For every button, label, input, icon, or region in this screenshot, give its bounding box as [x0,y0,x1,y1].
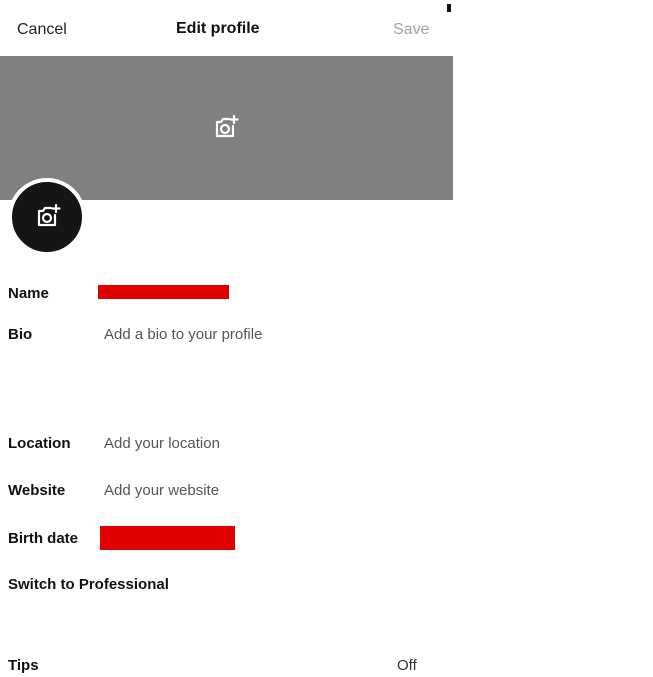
bio-label: Bio [8,326,33,343]
corner-mark [447,4,451,12]
avatar[interactable] [8,178,86,256]
birth-date-label: Birth date [8,530,79,547]
tips-label[interactable]: Tips [8,657,39,674]
camera-plus-icon[interactable] [212,113,240,141]
header-banner[interactable] [0,56,453,200]
switch-to-professional-button[interactable]: Switch to Professional [8,576,169,593]
location-input[interactable]: Add your location [104,435,220,452]
birth-date-field-redacted[interactable] [100,526,235,550]
location-label: Location [8,435,71,452]
camera-plus-icon[interactable] [34,202,62,230]
website-input[interactable]: Add your website [104,482,219,499]
bio-input[interactable]: Add a bio to your profile [104,326,262,343]
tips-status-value[interactable]: Off [397,657,417,674]
page-title: Edit profile [176,20,260,37]
name-field-redacted[interactable] [98,285,229,299]
cancel-button[interactable]: Cancel [17,21,67,39]
website-label: Website [8,482,66,499]
name-label: Name [8,285,49,302]
save-button[interactable]: Save [393,21,429,39]
top-bar: Cancel Edit profile Save [0,0,455,56]
